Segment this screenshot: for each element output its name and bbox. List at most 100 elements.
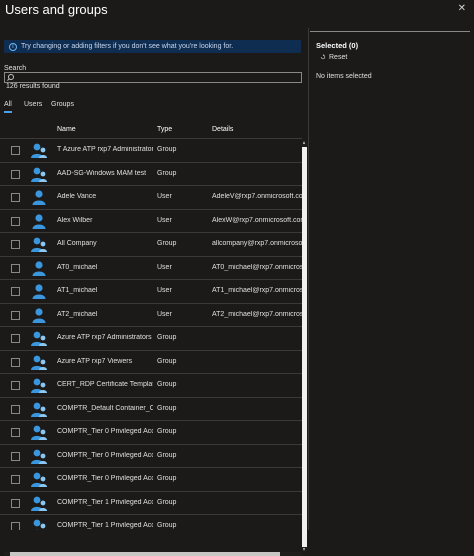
row-checkbox[interactable] [11, 475, 20, 484]
tab-users[interactable]: Users [24, 101, 42, 108]
table-row[interactable]: CERT_RDP Certificate Template_E... Group [0, 373, 302, 398]
group-icon [30, 377, 48, 393]
table-row[interactable]: Azure ATP rxp7 Viewers Group [0, 349, 302, 375]
column-header-name[interactable]: Name [57, 126, 76, 133]
row-checkbox[interactable] [11, 263, 20, 273]
table-row[interactable]: Azure ATP rxp7 Administrators Group [0, 326, 302, 351]
results-count: 126 results found [6, 83, 60, 90]
table-row[interactable]: COMPTR_Tier 0 Privileged Access... Group [0, 467, 302, 492]
row-checkbox[interactable] [11, 310, 20, 320]
row-type: Group [157, 498, 177, 506]
row-type: Group [157, 240, 177, 247]
group-icon [30, 142, 48, 158]
table-row[interactable]: COMPTR_Tier 1 Privileged Access... Group [0, 490, 302, 516]
row-checkbox[interactable] [11, 404, 20, 414]
row-details: AdeleV@rxp7.onmicrosoft.com [212, 193, 302, 200]
user-icon [30, 283, 48, 299]
row-checkbox[interactable] [11, 451, 20, 461]
row-checkbox[interactable] [11, 193, 20, 202]
row-type: Group [157, 334, 177, 341]
row-name: Azure ATP rxp7 Administrators [57, 334, 152, 341]
picker-pane: i Try changing or adding filters if you … [0, 28, 308, 556]
row-details: AT1_michael@rxp7.onmicrosoft.com [212, 287, 302, 294]
row-checkbox[interactable] [11, 381, 20, 390]
row-name: T Azure ATP rxp7 Administrators [57, 146, 153, 153]
row-name: COMPTR_Default Container_CRE... [57, 404, 153, 412]
group-icon [30, 354, 48, 370]
user-icon [30, 307, 48, 323]
row-type: User [157, 193, 172, 200]
row-details: allcompany@rxp7.onmicrosoft.com [212, 240, 302, 247]
no-items-text: No items selected [316, 73, 372, 80]
row-checkbox[interactable] [11, 428, 20, 437]
table-row[interactable]: AT1_michael User AT1_michael@rxp7.onmicr… [0, 279, 302, 304]
group-icon [30, 495, 48, 511]
table-row[interactable]: T Azure ATP rxp7 Administrators Group [0, 138, 302, 163]
group-icon [30, 166, 48, 182]
table-row[interactable]: Adele Vance User AdeleV@rxp7.onmicrosoft… [0, 185, 302, 210]
group-icon [30, 471, 48, 487]
table-row[interactable]: All Company Group allcompany@rxp7.onmicr… [0, 232, 302, 257]
row-name: COMPTR_Tier 1 Privileged Access... [57, 498, 153, 506]
row-details: AT2_michael@rxp7.onmicrosoft.com [212, 310, 302, 318]
column-header-type[interactable]: Type [157, 126, 172, 133]
row-name: All Company [57, 240, 97, 247]
search-input[interactable] [4, 72, 302, 83]
row-checkbox[interactable] [11, 522, 20, 530]
row-checkbox[interactable] [11, 498, 20, 508]
table-row[interactable]: COMPTR_Default Container_CRE... Group [0, 396, 302, 422]
row-checkbox[interactable] [11, 216, 20, 226]
selected-title: Selected (0) [316, 41, 359, 50]
table-row[interactable]: Alex Wilber User AlexW@rxp7.onmicrosoft.… [0, 208, 302, 234]
group-icon [30, 424, 48, 440]
row-type: User [157, 263, 172, 271]
table-row[interactable]: AT2_michael User AT2_michael@rxp7.onmicr… [0, 302, 302, 328]
selected-pane-rule [310, 31, 470, 32]
reset-button[interactable]: Reset [320, 54, 347, 61]
row-type: User [157, 310, 172, 318]
pane-divider [308, 28, 309, 530]
group-icon [30, 518, 48, 530]
reset-icon [320, 54, 326, 60]
scrollbar-thumb[interactable] [302, 147, 307, 547]
row-checkbox[interactable] [11, 357, 20, 367]
table-row[interactable]: AT0_michael User AT0_michael@rxp7.onmicr… [0, 255, 302, 281]
table-row[interactable]: COMPTR_Tier 1 Privileged Access... Group [0, 514, 302, 530]
horizontal-scrollbar[interactable] [4, 552, 302, 556]
scroll-up-icon[interactable] [303, 141, 305, 144]
horizontal-scrollbar-thumb[interactable] [10, 552, 280, 556]
row-type: User [157, 216, 172, 224]
table-row[interactable]: AAD-SG-Windows MAM test Group [0, 161, 302, 187]
search-label: Search [4, 65, 27, 72]
column-header-details[interactable]: Details [212, 126, 233, 133]
user-icon [30, 189, 48, 205]
row-name: COMPTR_Tier 0 Privileged Access... [57, 451, 153, 459]
row-checkbox[interactable] [11, 334, 20, 343]
row-checkbox[interactable] [11, 146, 20, 155]
row-type: Group [157, 428, 177, 435]
row-name: COMPTR_Tier 1 Privileged Access... [57, 522, 153, 529]
row-name: AT1_michael [57, 287, 98, 294]
row-checkbox[interactable] [11, 287, 20, 296]
user-icon [30, 213, 48, 229]
group-icon [30, 401, 48, 417]
close-icon[interactable]: ✕ [458, 3, 466, 14]
row-type: Group [157, 404, 177, 412]
reset-label: Reset [329, 54, 348, 61]
row-type: Group [157, 475, 177, 482]
row-details: AlexW@rxp7.onmicrosoft.com [212, 216, 302, 224]
row-name: AAD-SG-Windows MAM test [57, 169, 147, 177]
info-banner: i Try changing or adding filters if you … [4, 40, 301, 53]
table-row[interactable]: COMPTR_Tier 0 Privileged Access... Group [0, 443, 302, 469]
row-checkbox[interactable] [11, 240, 20, 249]
results-list: T Azure ATP rxp7 Administrators Group AA… [0, 138, 302, 530]
tab-groups[interactable]: Groups [51, 101, 74, 108]
table-row[interactable]: COMPTR_Tier 0 Privileged Access... Group [0, 420, 302, 445]
tab-all[interactable]: All [4, 101, 12, 113]
info-banner-text: Try changing or adding filters if you do… [21, 43, 234, 50]
row-type: Group [157, 381, 177, 388]
scroll-down-icon[interactable] [303, 548, 305, 551]
group-icon [30, 448, 48, 464]
row-checkbox[interactable] [11, 169, 20, 179]
vertical-scrollbar[interactable] [302, 141, 307, 551]
